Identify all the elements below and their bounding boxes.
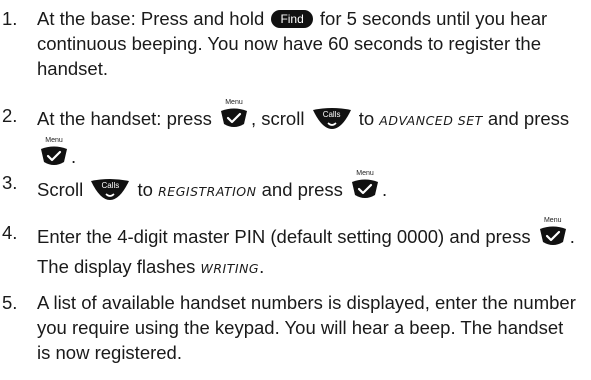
step-text-part: and press (487, 108, 570, 129)
menu-key-caption: Menu (543, 217, 562, 224)
step-text-part: to (358, 108, 375, 129)
step-text: Scroll Calls to REGISTRATION and press M… (37, 170, 577, 204)
step-text: At the base: Press and hold Find for 5 s… (37, 6, 577, 81)
step-text-part: At the base: Press and hold (37, 8, 265, 29)
checkmark-icon (220, 108, 247, 127)
calls-scroll-key-icon: Calls (312, 107, 352, 129)
lcd-text: REGISTRATION (158, 184, 257, 199)
step-text-part: . (71, 146, 77, 167)
step-text-part: . (382, 179, 388, 200)
lcd-text: WRITING (200, 261, 260, 276)
menu-ok-key-icon: Menu (538, 217, 568, 247)
step-text: At the handset: press Menu , scroll Call… (37, 99, 577, 173)
menu-ok-key-icon: Menu (219, 99, 249, 129)
checkmark-icon (539, 226, 566, 245)
calls-key-caption: Calls (322, 110, 341, 119)
step-text-part: , scroll (250, 108, 305, 129)
instruction-list: 1. At the base: Press and hold Find for … (0, 0, 591, 380)
step-number: 4. (2, 222, 18, 243)
checkmark-icon (41, 146, 67, 165)
step-number: 1. (2, 8, 18, 29)
step-text-part: At the handset: press (37, 108, 212, 129)
step-number: 2. (2, 105, 18, 126)
step-text-part: A list of available handset numbers is d… (37, 292, 576, 363)
step-number: 3. (2, 172, 18, 193)
menu-ok-key-icon: Menu (39, 137, 69, 167)
step-text: A list of available handset numbers is d… (37, 290, 577, 365)
step-text: Enter the 4-digit master PIN (default se… (37, 217, 577, 284)
menu-key-caption: Menu (45, 137, 63, 144)
step-text-part: Enter the 4-digit master PIN (default se… (37, 226, 531, 247)
step-text-part: and press (261, 179, 343, 200)
step-number: 5. (2, 292, 18, 313)
find-key-icon: Find (271, 10, 313, 28)
step-text-part: to (137, 179, 153, 200)
checkmark-icon (352, 179, 379, 198)
lcd-text: ADVANCED SET (379, 113, 483, 128)
calls-scroll-key-icon: Calls (90, 178, 130, 200)
menu-ok-key-icon: Menu (350, 170, 380, 200)
step-text-part: . (259, 256, 265, 277)
menu-key-caption: Menu (225, 99, 243, 106)
step-text-part: Scroll (37, 179, 84, 200)
menu-key-caption: Menu (356, 170, 374, 177)
calls-key-caption: Calls (101, 181, 120, 190)
